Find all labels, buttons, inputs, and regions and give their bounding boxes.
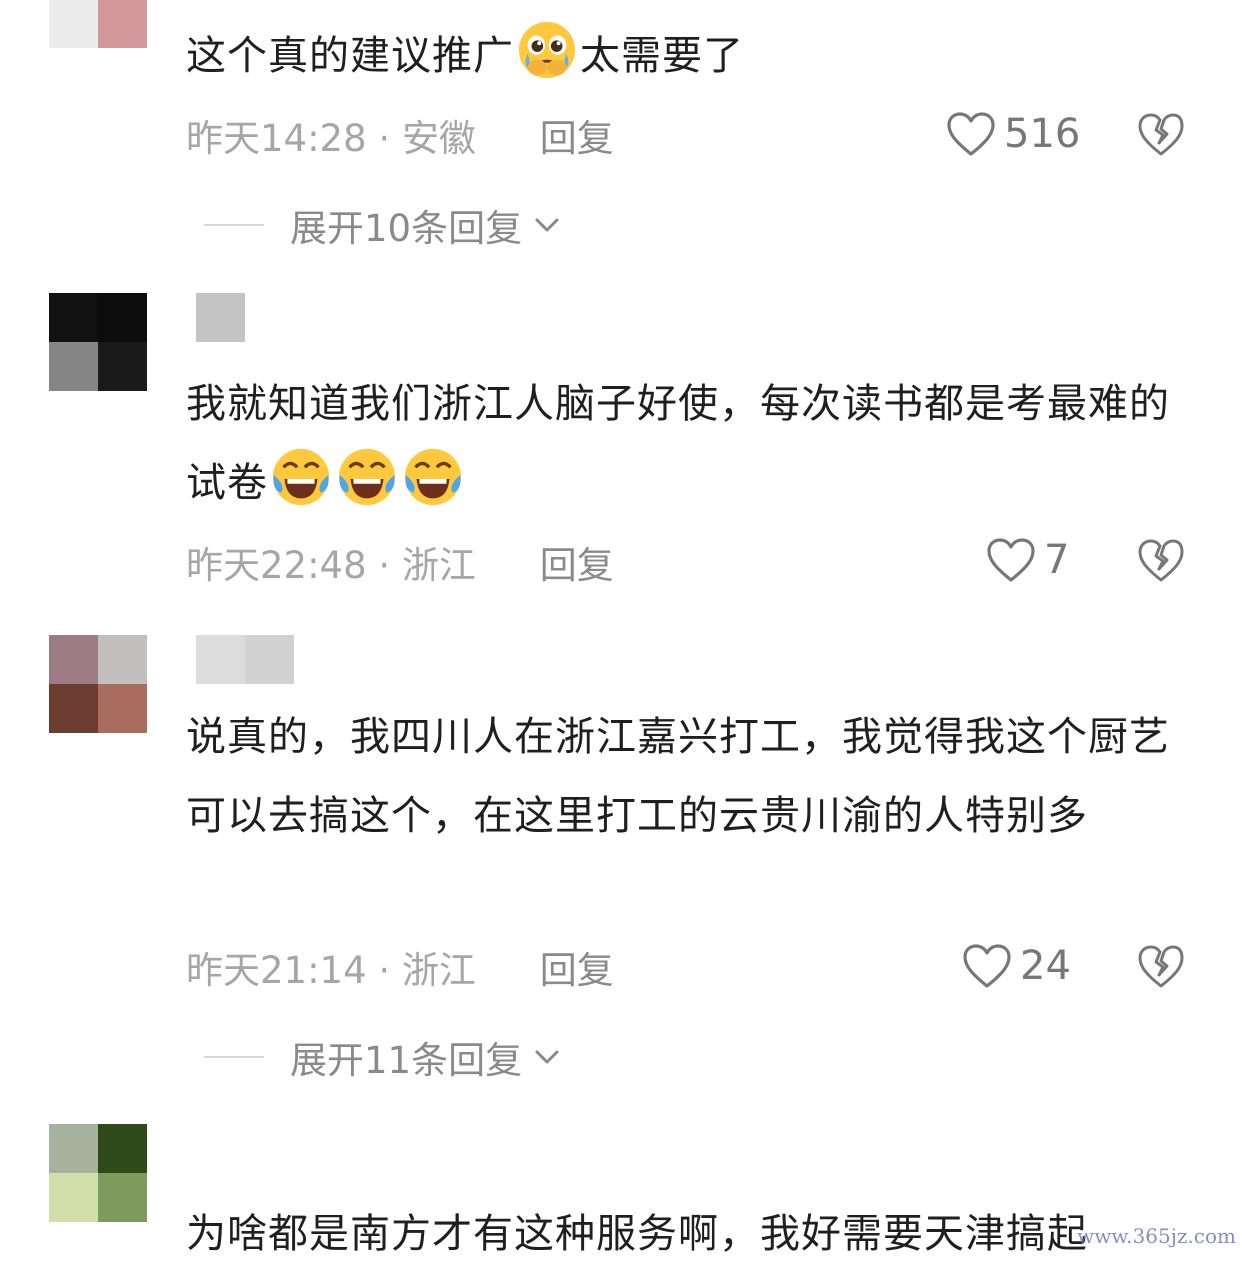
chevron-down-icon [535,218,559,232]
heart-icon [947,112,995,156]
divider-line [204,1056,264,1058]
comment-meta: 昨天22:48 · 浙江 回复 [186,535,614,589]
comment-meta: 昨天21:14 · 浙江 回复 [186,940,614,994]
avatar[interactable] [49,635,147,733]
like-button[interactable]: 7 [986,534,1069,586]
heart-icon [987,538,1035,582]
comment-text: 为啥都是南方才有这种服务啊，我好需要天津搞起 [186,1211,1088,1257]
comment-text: 这个真的建议推广 太需要了 [186,17,1186,96]
separator: · [378,949,391,992]
divider-line [204,224,264,226]
dislike-button[interactable] [1137,536,1185,584]
watermark: www.365jz.com [1077,1224,1236,1248]
like-button[interactable]: 516 [946,108,1080,160]
comment-meta: 昨天14:28 · 安徽 回复 [186,108,614,162]
location: 浙江 [401,544,476,587]
timestamp: 昨天22:48 [186,544,367,587]
expand-label: 展开11条回复 [290,1039,523,1082]
username-blurred[interactable] [196,293,245,342]
avatar[interactable] [49,0,147,48]
timestamp: 昨天21:14 [186,949,367,992]
comment-text: 说真的，我四川人在浙江嘉兴打工，我觉得我这个厨艺可以去搞这个，在这里打工的云贵川… [186,714,1170,839]
dislike-button[interactable] [1137,942,1185,990]
pleading-face-icon [516,19,578,81]
timestamp: 昨天14:28 [186,117,367,160]
like-count: 7 [1044,537,1070,583]
reply-button[interactable]: 回复 [540,949,614,992]
heart-icon [963,944,1011,988]
dislike-button[interactable] [1137,110,1185,158]
broken-heart-icon [1138,113,1184,156]
reply-button[interactable]: 回复 [540,544,614,587]
location: 安徽 [401,117,476,160]
tears-of-joy-icon [402,446,464,508]
broken-heart-icon [1138,539,1184,582]
like-count: 24 [1020,943,1071,989]
separator: · [378,544,391,587]
reply-button[interactable]: 回复 [540,117,614,160]
like-button[interactable]: 24 [962,940,1071,992]
username-blurred[interactable] [196,635,294,684]
location: 浙江 [401,949,476,992]
tears-of-joy-icon [270,446,332,508]
avatar[interactable] [49,1124,147,1222]
like-count: 516 [1004,111,1081,157]
comment-text: 我就知道我们浙江人脑子好使，每次读书都是考最难的试卷 [186,381,1170,508]
expand-replies-button[interactable]: 展开10条回复 [204,198,562,252]
expand-label: 展开10条回复 [290,207,523,250]
chevron-down-icon [535,1050,559,1064]
expand-replies-button[interactable]: 展开11条回复 [204,1030,562,1084]
tears-of-joy-icon [336,446,398,508]
avatar[interactable] [49,293,147,391]
separator: · [378,117,391,160]
broken-heart-icon [1138,945,1184,988]
